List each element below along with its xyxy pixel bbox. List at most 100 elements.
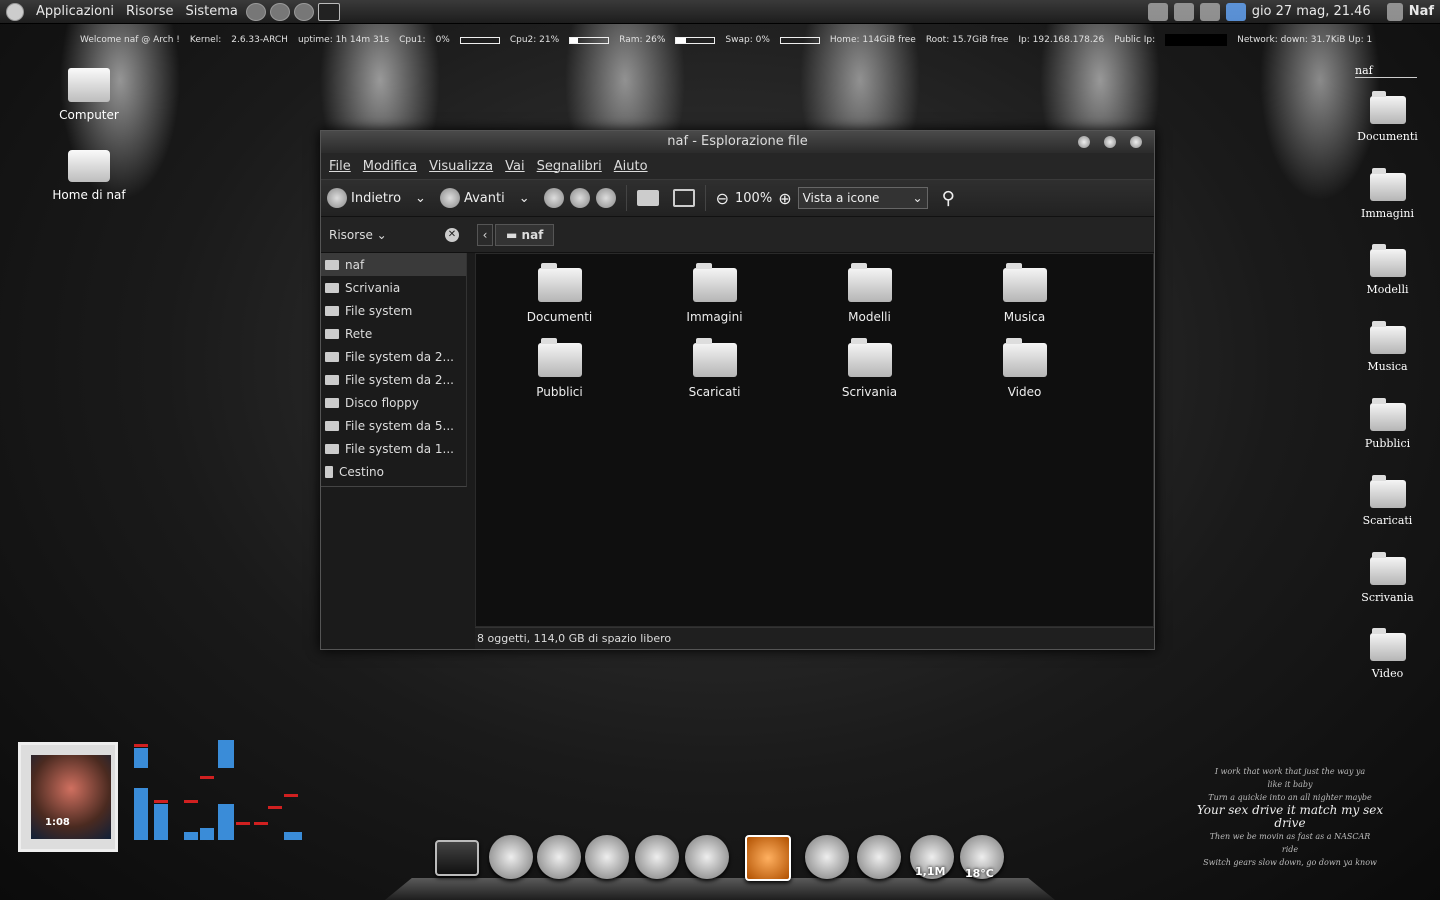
menu-sistema[interactable]: Sistema: [185, 4, 237, 19]
menu-applicazioni[interactable]: Applicazioni: [36, 4, 114, 19]
forward-history-chevron-icon[interactable]: ⌄: [519, 191, 530, 206]
pictures-folder-icon: [692, 263, 737, 302]
terminal-launcher-icon[interactable]: [317, 2, 340, 21]
volume-icon[interactable]: [1199, 2, 1220, 21]
menu-modifica[interactable]: Modifica: [363, 159, 417, 174]
menu-visualizza[interactable]: Visualizza: [429, 159, 493, 174]
file-item-pubblici[interactable]: Pubblici: [482, 338, 637, 418]
terminal-dock-icon[interactable]: [435, 840, 479, 876]
menu-vai[interactable]: Vai: [505, 159, 524, 174]
firefox-launcher-icon[interactable]: [293, 2, 314, 21]
conky-system-monitor: Welcome naf @ Arch ! Kernel: 2.6.33-ARCH…: [80, 34, 1372, 46]
file-item-scaricati[interactable]: Scaricati: [637, 338, 792, 418]
sidebar-item-label: File system da 1...: [345, 441, 454, 456]
user-name[interactable]: Naf: [1409, 4, 1434, 19]
menu-risorse[interactable]: Risorse: [126, 4, 174, 19]
conky-welcome: Welcome naf @ Arch !: [80, 35, 180, 45]
breadcrumb-naf[interactable]: ▬ naf: [495, 223, 555, 246]
reload-button[interactable]: [595, 188, 616, 208]
toolbar-separator: [625, 185, 627, 211]
cursor-icon[interactable]: [1173, 2, 1194, 21]
network-icon[interactable]: [1225, 2, 1246, 21]
file-item-label: Pubblici: [536, 385, 583, 399]
sidebar-type-select[interactable]: Risorse ⌄: [329, 228, 387, 242]
sidebar-item-rete[interactable]: Rete: [321, 322, 466, 345]
sidebar-item-volume-4[interactable]: File system da 1...: [321, 437, 466, 460]
conky-home: Home: 114GiB free: [829, 35, 916, 45]
install-dock-icon[interactable]: [585, 835, 629, 879]
menu-file[interactable]: File: [329, 159, 351, 174]
update-dock-icon[interactable]: [685, 835, 729, 879]
file-item-modelli[interactable]: Modelli: [792, 263, 947, 343]
headphones-icon[interactable]: [1147, 2, 1168, 21]
forward-button[interactable]: Avanti: [439, 188, 505, 208]
browser-launcher-icon[interactable]: [269, 2, 290, 21]
music-player-widget[interactable]: 1:08: [18, 742, 118, 852]
arch-logo-icon[interactable]: [6, 2, 24, 21]
file-item-scrivania[interactable]: Scrivania: [792, 338, 947, 418]
desktop-scrivania[interactable]: Scrivania: [1350, 552, 1425, 604]
minimize-button[interactable]: [1078, 136, 1090, 148]
desktop-modelli[interactable]: Modelli: [1350, 244, 1425, 296]
file-view[interactable]: Documenti Immagini Modelli Musica Pubbli…: [475, 253, 1154, 627]
desktop-video[interactable]: Video: [1350, 628, 1425, 680]
sidebar-item-volume-3[interactable]: File system da 5...: [321, 414, 466, 437]
maximize-button[interactable]: [1104, 136, 1116, 148]
sidebar-item-floppy[interactable]: Disco floppy: [321, 391, 466, 414]
desktop-computer[interactable]: Computer: [48, 68, 130, 122]
file-item-immagini[interactable]: Immagini: [637, 263, 792, 343]
user-icon[interactable]: [1386, 2, 1403, 21]
sidebar-item-cestino[interactable]: Cestino: [321, 460, 466, 483]
sidebar-item-filesystem[interactable]: File system: [321, 299, 466, 322]
back-history-chevron-icon[interactable]: ⌄: [415, 191, 426, 206]
breadcrumb: ‹ ▬ naf: [477, 223, 555, 246]
file-item-video[interactable]: Video: [947, 338, 1102, 418]
clock[interactable]: gio 27 mag, 21.46: [1252, 4, 1371, 19]
desktop-scaricati[interactable]: Scaricati: [1350, 475, 1425, 527]
sidebar-item-scrivania[interactable]: Scrivania: [321, 276, 466, 299]
conky-uptime: uptime: 1h 14m 31s: [297, 35, 390, 45]
back-button[interactable]: Indietro: [327, 188, 401, 208]
view-mode-select[interactable]: Vista a icone ⌄: [797, 187, 928, 209]
path-bar: Risorse ⌄ ✕ ‹ ▬ naf: [321, 217, 1154, 253]
desktop-immagini[interactable]: Immagini: [1350, 168, 1425, 220]
file-item-documenti[interactable]: Documenti: [482, 263, 637, 343]
menu-segnalibri[interactable]: Segnalibri: [537, 159, 602, 174]
media-player-dock-icon[interactable]: [635, 835, 679, 879]
zoom-out-icon[interactable]: ⊖: [716, 189, 729, 208]
breadcrumb-back-arrow[interactable]: ‹: [477, 223, 493, 246]
zoom-in-icon[interactable]: ⊕: [778, 189, 791, 208]
menu-aiuto[interactable]: Aiuto: [614, 159, 648, 174]
drive-icon: [325, 443, 339, 454]
conky-public-ip: Public Ip:: [1114, 35, 1156, 45]
home-folder-button[interactable]: [636, 190, 659, 206]
templates-folder-icon: [1369, 244, 1406, 277]
close-button[interactable]: [1130, 136, 1142, 148]
stop-button[interactable]: [569, 188, 590, 208]
desktop-musica-label: Musica: [1367, 360, 1408, 373]
computer-button[interactable]: [672, 189, 695, 207]
firefox-dock-icon[interactable]: [537, 835, 581, 879]
close-sidebar-icon[interactable]: ✕: [445, 227, 459, 242]
desktop-musica[interactable]: Musica: [1350, 321, 1425, 373]
file-item-musica[interactable]: Musica: [947, 263, 1102, 343]
desktop-pubblici[interactable]: Pubblici: [1350, 398, 1425, 450]
toolbar-separator: [704, 185, 706, 211]
power-dock-icon[interactable]: [857, 835, 901, 879]
documents-folder-icon: [1369, 91, 1406, 124]
sidebar-item-volume-2[interactable]: File system da 2...: [321, 368, 466, 391]
up-button[interactable]: [543, 188, 564, 208]
desktop-documenti[interactable]: Documenti: [1350, 91, 1425, 143]
loading-dock-icon[interactable]: [805, 835, 849, 879]
search-icon[interactable]: ⚲: [942, 188, 955, 209]
weather-temperature: 18°C: [965, 867, 994, 880]
window-titlebar[interactable]: naf - Esplorazione file: [321, 131, 1154, 153]
sidebar-item-volume-1[interactable]: File system da 2...: [321, 345, 466, 368]
chrome-launcher-icon[interactable]: [245, 2, 266, 21]
shark-dock-icon[interactable]: [489, 835, 533, 879]
desktop-home[interactable]: Home di naf: [44, 150, 134, 202]
sidebar-item-naf[interactable]: naf: [321, 253, 466, 276]
swap-bar: [779, 36, 820, 44]
nautilus-dock-icon[interactable]: [745, 835, 791, 881]
sidebar-item-label: File system: [345, 303, 413, 318]
